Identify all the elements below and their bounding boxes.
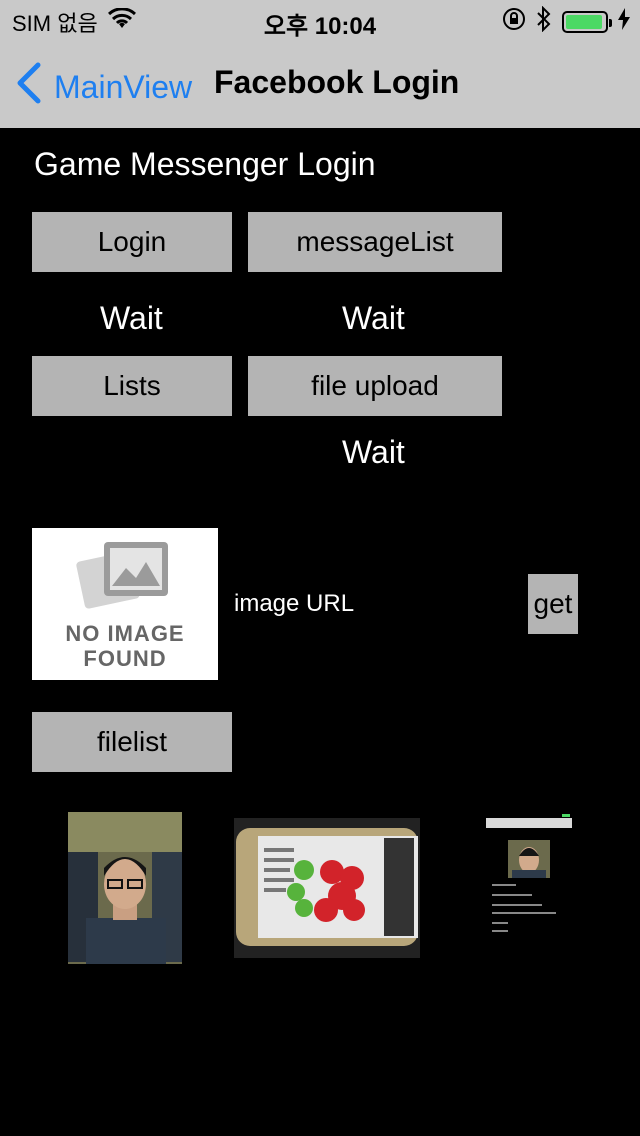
battery-icon	[562, 10, 612, 33]
portrait-photo-thumbnail[interactable]	[68, 812, 182, 964]
phone-screenshot-thumbnail[interactable]	[234, 818, 420, 958]
no-image-placeholder: NO IMAGE FOUND	[32, 528, 218, 680]
navigation-bar: MainView Facebook Login	[0, 40, 640, 128]
message-status: Wait	[342, 300, 405, 336]
login-status: Wait	[100, 300, 163, 336]
upload-status: Wait	[342, 434, 405, 470]
charging-icon	[618, 8, 630, 35]
profile-screenshot-thumbnail[interactable]	[484, 812, 574, 940]
nav-title: Facebook Login	[214, 64, 460, 100]
back-label: MainView	[54, 68, 193, 105]
page-title: Game Messenger Login	[34, 146, 376, 182]
file-upload-button[interactable]: file upload	[248, 356, 502, 416]
chevron-left-icon	[14, 62, 42, 112]
status-right	[502, 5, 630, 37]
lists-button[interactable]: Lists	[32, 356, 232, 416]
status-bar: SIM 없음 오후 10:04	[0, 0, 640, 40]
filelist-button[interactable]: filelist	[32, 712, 232, 772]
message-list-button[interactable]: messageList	[248, 212, 502, 272]
picture-icon	[76, 538, 176, 617]
no-image-line2: FOUND	[83, 646, 167, 671]
battery-level	[566, 14, 602, 29]
rotation-lock-icon	[502, 7, 526, 36]
no-image-line1: NO IMAGE	[65, 621, 185, 646]
login-button[interactable]: Login	[32, 212, 232, 272]
get-button[interactable]: get	[528, 574, 578, 634]
bluetooth-icon	[536, 5, 552, 37]
back-button[interactable]: MainView	[14, 62, 192, 112]
image-url-label: image URL	[234, 590, 355, 617]
